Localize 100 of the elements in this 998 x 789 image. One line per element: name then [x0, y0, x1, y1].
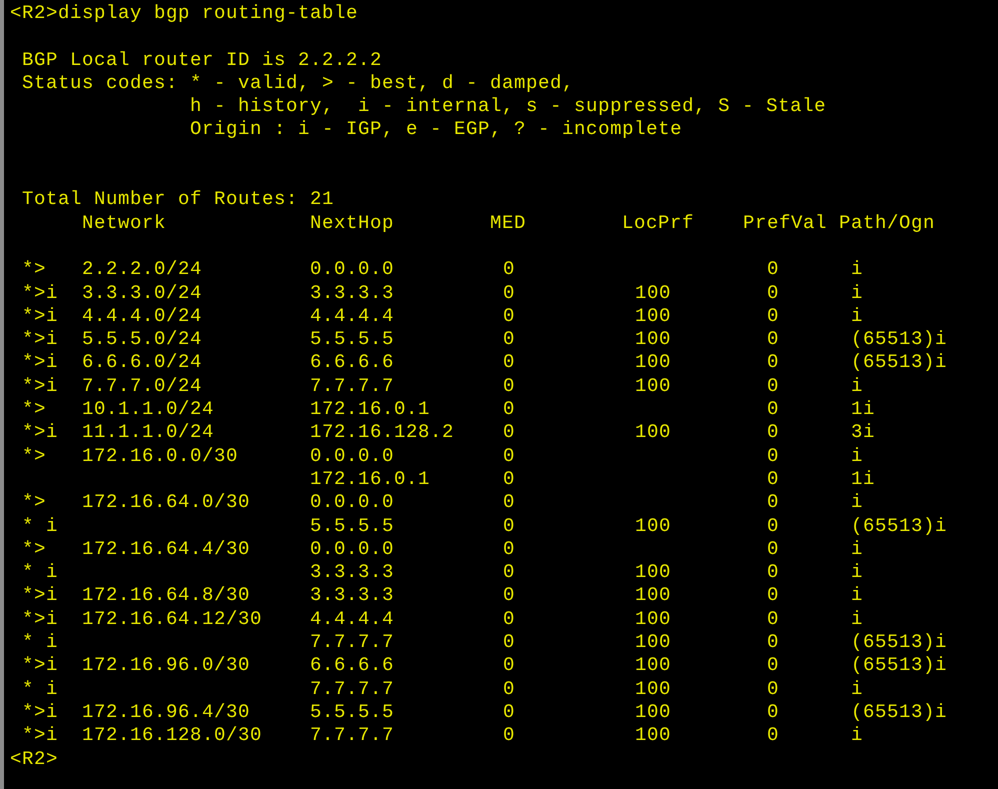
next-hop-cell: 5.5.5.5: [310, 700, 394, 723]
next-hop-cell: 3.3.3.3: [310, 282, 394, 304]
status-code: * i: [22, 678, 58, 700]
preferred-value-cell: 0: [767, 328, 780, 350]
med-cell: 0: [503, 398, 516, 420]
network-cell: 172.16.96.0/30: [82, 654, 250, 676]
med-cell: 0: [503, 561, 516, 584]
preferred-value-cell: 0: [767, 700, 780, 723]
network-cell: 172.16.96.4/30: [82, 700, 250, 723]
status-code: *>: [22, 491, 46, 514]
med-cell: 0: [503, 678, 516, 700]
column-header: PrefVal: [743, 212, 828, 234]
med-cell: 0: [503, 700, 516, 723]
status-code: * i: [22, 514, 58, 537]
path-origin-cell: (65513)i: [851, 328, 948, 350]
med-cell: 0: [503, 538, 516, 560]
med-cell: 0: [503, 444, 516, 467]
path-origin-cell: i: [851, 608, 864, 630]
route-count-text: Total Number of Routes: 21: [22, 188, 334, 212]
network-cell: 172.16.64.8/30: [82, 584, 250, 606]
preferred-value-cell: 0: [767, 258, 780, 280]
path-origin-cell: i: [851, 282, 864, 304]
path-origin-cell: i: [851, 584, 864, 606]
path-origin-cell: (65513)i: [851, 631, 948, 654]
network-cell: 5.5.5.0/24: [82, 328, 202, 350]
local-preference-cell: 100: [635, 351, 672, 374]
next-hop-cell: 7.7.7.7: [310, 374, 394, 397]
network-cell: 2.2.2.0/24: [82, 258, 202, 280]
path-origin-cell: i: [851, 374, 864, 397]
legend-text: * - valid, > - best, d - damped,: [190, 72, 574, 96]
legend-text: Origin : i - IGP, e - EGP, ? - incomplete: [190, 118, 682, 142]
local-preference-cell: 100: [635, 304, 672, 327]
path-origin-cell: i: [851, 491, 864, 514]
med-cell: 0: [503, 282, 516, 304]
med-cell: 0: [503, 631, 516, 654]
legend-text: h - history, i - internal, s - suppressed, S - Stale: [190, 95, 826, 118]
path-origin-cell: (65513)i: [851, 700, 948, 723]
status-code: *>i: [22, 374, 58, 397]
status-code: *>i: [22, 724, 58, 746]
status-code: *>i: [22, 700, 58, 723]
network-cell: 172.16.128.0/30: [82, 724, 262, 746]
network-cell: 172.16.64.4/30: [82, 538, 250, 560]
network-cell: 172.16.64.0/30: [82, 491, 250, 514]
path-origin-cell: i: [851, 724, 864, 746]
next-hop-cell: 4.4.4.4: [310, 608, 394, 630]
med-cell: 0: [503, 724, 516, 746]
preferred-value-cell: 0: [767, 654, 780, 676]
local-preference-cell: 100: [635, 584, 672, 606]
local-preference-cell: 100: [635, 654, 672, 676]
path-origin-cell: i: [851, 561, 864, 584]
network-cell: 4.4.4.0/24: [82, 304, 202, 327]
column-header: NextHop: [310, 212, 394, 234]
column-header: Network: [82, 212, 166, 234]
med-cell: 0: [503, 351, 516, 374]
preferred-value-cell: 0: [767, 724, 780, 746]
preferred-value-cell: 0: [767, 468, 780, 490]
preferred-value-cell: 0: [767, 444, 780, 467]
next-hop-cell: 0.0.0.0: [310, 258, 394, 280]
med-cell: 0: [503, 608, 516, 630]
next-hop-cell: 5.5.5.5: [310, 514, 394, 537]
med-cell: 0: [503, 421, 516, 444]
path-origin-cell: i: [851, 258, 864, 280]
local-preference-cell: 100: [635, 514, 672, 537]
status-code: *>: [22, 444, 46, 467]
column-header: MED: [490, 212, 526, 234]
local-preference-cell: 100: [635, 374, 672, 397]
preferred-value-cell: 0: [767, 584, 780, 606]
next-hop-cell: 172.16.0.1: [310, 398, 430, 420]
router-id-text: BGP Local router ID is 2.2.2.2: [22, 48, 382, 72]
local-preference-cell: 100: [635, 724, 672, 746]
next-hop-cell: 172.16.128.2: [310, 421, 454, 444]
med-cell: 0: [503, 654, 516, 676]
preferred-value-cell: 0: [767, 398, 780, 420]
path-origin-cell: i: [851, 444, 864, 467]
column-header: Path/Ogn: [839, 212, 936, 234]
status-code: *>i: [22, 304, 58, 327]
next-hop-cell: 7.7.7.7: [310, 678, 394, 700]
preferred-value-cell: 0: [767, 491, 780, 514]
network-cell: 6.6.6.0/24: [82, 351, 202, 374]
local-preference-cell: 100: [635, 678, 672, 700]
preferred-value-cell: 0: [767, 282, 780, 304]
path-origin-cell: i: [851, 678, 864, 700]
next-hop-cell: 7.7.7.7: [310, 724, 394, 746]
preferred-value-cell: 0: [767, 608, 780, 630]
status-code: *>i: [22, 351, 58, 374]
status-code: *>i: [22, 282, 58, 304]
status-codes-label: Status codes:: [22, 72, 178, 96]
med-cell: 0: [503, 514, 516, 537]
preferred-value-cell: 0: [767, 631, 780, 654]
next-hop-cell: 6.6.6.6: [310, 654, 394, 676]
path-origin-cell: (65513)i: [851, 351, 948, 374]
path-origin-cell: i: [851, 304, 864, 327]
preferred-value-cell: 0: [767, 561, 780, 584]
next-hop-cell: 7.7.7.7: [310, 631, 394, 654]
med-cell: 0: [503, 328, 516, 350]
preferred-value-cell: 0: [767, 678, 780, 700]
local-preference-cell: 100: [635, 561, 672, 584]
next-hop-cell: 3.3.3.3: [310, 584, 394, 606]
status-code: *>i: [22, 421, 58, 444]
network-cell: 172.16.64.12/30: [82, 608, 262, 630]
